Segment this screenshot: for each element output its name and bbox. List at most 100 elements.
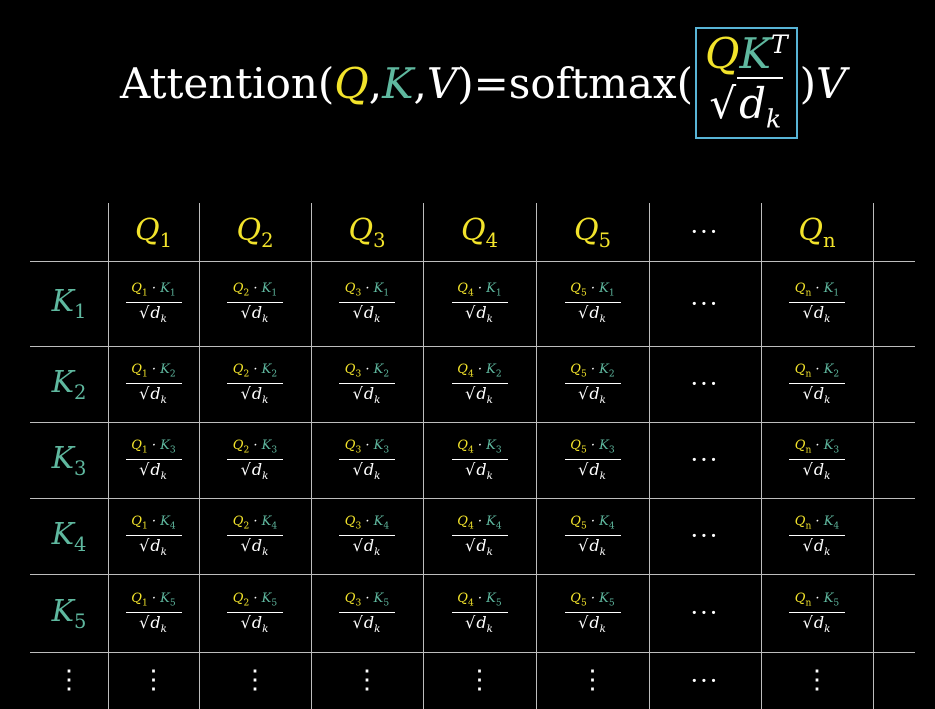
key-subscript: 4 [74, 532, 87, 556]
radicand: dk [588, 302, 607, 324]
sqrt-dk-denominator: √dk [353, 534, 382, 558]
fraction-bar [564, 611, 621, 613]
score-cell: Q5 · K4 √dk [536, 498, 649, 574]
grid-vertical-line [108, 203, 109, 709]
sqrt-symbol: √ [139, 303, 150, 323]
query-subscript: 4 [467, 288, 474, 299]
key-term: K2 [486, 362, 502, 379]
sqrt-dk-denominator: √dk [139, 382, 168, 406]
radicand: dk [362, 458, 382, 481]
sqrt-symbol: √ [352, 303, 363, 323]
query-letter: Q [344, 281, 356, 297]
dot-product-numerator: Qn · K3 [795, 439, 839, 456]
fraction-bar [125, 382, 182, 384]
sqrt-dk-denominator: √dk [465, 611, 494, 635]
key-term: K5 [374, 591, 390, 608]
score-cell: Q3 · K5 √dk [311, 574, 423, 652]
scaled-dot-product: Q2 · K3 √dk [227, 439, 283, 481]
d-subscript: k [824, 545, 831, 558]
d-letter: d [251, 459, 263, 479]
d-subscript: k [262, 393, 269, 406]
dot-operator: · [586, 361, 600, 377]
key-subscript: 3 [74, 456, 87, 480]
d-subscript: k [160, 393, 167, 406]
fraction-bar [339, 302, 395, 304]
scaled-dot-product: Q3 · K5 √dk [339, 592, 395, 634]
key-letter: K [160, 437, 170, 453]
dot-operator: · [361, 281, 374, 297]
score-cell: ··· [649, 498, 761, 574]
vertical-ellipsis: ⋮ [354, 664, 380, 695]
query-term: Q3 [344, 590, 361, 608]
dot-operator: · [586, 590, 600, 606]
ellipsis-cell: ⋮ [311, 652, 423, 709]
fraction-bar [451, 534, 508, 536]
fraction-bar [451, 382, 508, 384]
scaled-dot-product: Qn · K3 √dk [789, 439, 845, 481]
key-term: K4 [824, 514, 840, 531]
radicand: dk [588, 382, 607, 406]
d-subscript: k [824, 469, 831, 482]
key-letter: K [160, 281, 170, 297]
radicand: dk [812, 458, 832, 482]
key-term: K5 [823, 590, 840, 608]
scaled-dot-product: Q1 · K3 √dk [125, 437, 182, 482]
sqrt-dk-denominator: √dk [139, 458, 168, 482]
ellipsis-cell: ⋮ [108, 652, 199, 709]
sqrt-dk-denominator: √dk [241, 534, 270, 558]
dot-product-numerator: Q3 · K5 [345, 592, 389, 609]
sqrt-dk-denominator: √dk [578, 382, 607, 406]
radicand: dk [250, 534, 270, 557]
query-subscript: 5 [580, 521, 587, 532]
vertical-ellipsis: ⋮ [140, 664, 167, 695]
sqrt-symbol: √ [465, 459, 476, 479]
query-letter: Q [457, 281, 468, 297]
scaled-dot-product-highlight: QKT √dk [695, 27, 798, 139]
query-letter: Q [570, 513, 581, 529]
key-label: K3 [52, 441, 87, 480]
dot-operator: · [586, 513, 600, 529]
key-letter: K [261, 437, 272, 453]
dot-product-numerator: Q2 · K5 [233, 592, 277, 609]
radicand: dk [250, 302, 270, 324]
dot-operator: · [361, 361, 374, 377]
grid-horizontal-line [30, 422, 915, 423]
fraction-bar [564, 302, 621, 304]
key-term: K2 [599, 362, 615, 379]
dot-operator: · [473, 361, 487, 377]
column-header: Qn [761, 203, 873, 261]
dot-operator: · [147, 361, 161, 377]
d-subscript: k [486, 393, 493, 406]
query-term: Qn [795, 281, 812, 298]
key-subscript: 4 [608, 521, 615, 532]
dot-product-numerator: Q1 · K2 [131, 363, 175, 380]
dot-product-numerator: Q2 · K1 [233, 282, 277, 299]
grid-vertical-line [536, 203, 537, 709]
key-subscript: 2 [169, 369, 176, 380]
score-cell: Q2 · K2 √dk [199, 346, 311, 422]
d-letter: d [251, 612, 263, 632]
key-letter: K [160, 590, 170, 606]
sqrt-dk-denominator: √dk [241, 611, 270, 635]
query-subscript: 5 [580, 598, 587, 609]
key-term: K2 [824, 362, 840, 379]
d-subscript: k [486, 313, 493, 326]
query-term: Q5 [570, 281, 586, 298]
query-term: Q1 [131, 514, 147, 531]
fraction-bar [227, 382, 283, 384]
query-letter: Q [344, 590, 356, 606]
query-subscript: 5 [580, 369, 587, 380]
query-term: Q5 [570, 362, 587, 380]
dot-product-numerator: Q4 · K2 [457, 363, 501, 380]
key-term: K3 [599, 438, 615, 455]
cell-ellipsis: ··· [690, 446, 720, 474]
key-letter: K [823, 590, 834, 606]
score-cell: Q2 · K5 √dk [199, 574, 311, 652]
d-subscript: k [486, 622, 493, 635]
score-cell: Q2 · K1 √dk [199, 261, 311, 346]
radicand: dk [362, 302, 382, 324]
key-term: K1 [374, 281, 390, 298]
query-letter: Q [457, 513, 468, 529]
d-subscript: k [599, 393, 606, 406]
fraction-bar [125, 302, 182, 304]
